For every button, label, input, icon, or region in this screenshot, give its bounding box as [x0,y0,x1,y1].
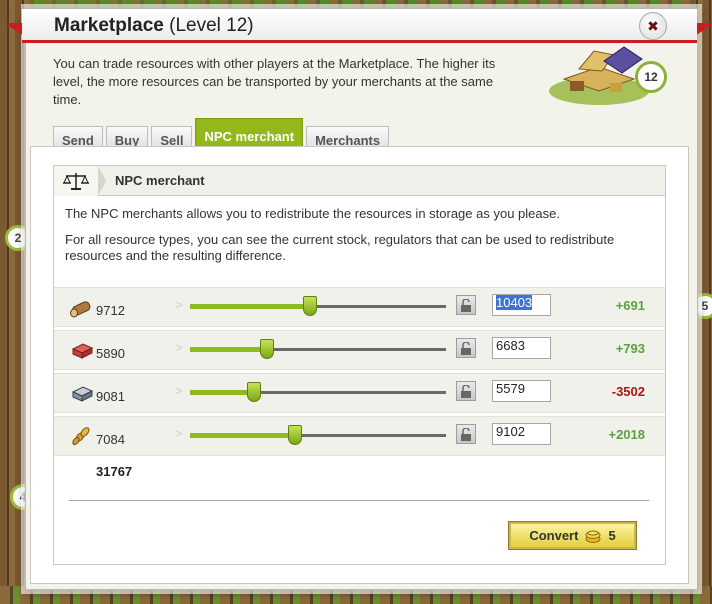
slider-arrow-icon: > [175,426,183,441]
crop-icon [72,427,90,446]
resource-row-clay: 5890 > 6683 +793 [54,330,665,370]
resource-value-input[interactable]: 9102 [492,423,551,445]
npc-description-1: The NPC merchants allows you to redistri… [65,206,560,221]
dialog-title: Marketplace (Level 12) [54,15,254,37]
resource-stock: 5890 [96,346,125,361]
resource-row-crop: 7084 > 9102 +2018 [54,416,665,456]
lock-icon[interactable] [456,424,476,444]
resource-value-input[interactable]: 6683 [492,337,551,359]
convert-cost: 5 [608,528,616,543]
npc-merchant-box: NPC merchant The NPC merchants allows yo… [53,165,666,565]
lock-icon[interactable] [456,338,476,358]
resource-row-wood: 9712 > 10403 +691 [54,287,665,327]
resource-slider[interactable] [190,296,446,316]
resource-slider[interactable] [190,425,446,445]
scale-icon [54,166,106,196]
gold-coins-icon [585,530,601,543]
resource-difference: -3502 [611,384,645,399]
resource-row-iron: 9081 > 5579 -3502 [54,373,665,413]
slider-arrow-icon: > [175,297,183,312]
resource-difference: +793 [615,341,645,356]
iron-icon [71,386,94,402]
resource-stock: 9081 [96,389,125,404]
building-name: Marketplace [54,15,164,36]
lock-icon[interactable] [456,381,476,401]
resource-difference: +691 [615,298,645,313]
building-level: (Level 12) [169,15,254,36]
slider-arrow-icon: > [175,383,183,398]
resource-slider[interactable] [190,339,446,359]
close-icon: ✖ [647,17,659,34]
npc-header-label: NPC merchant [115,173,205,188]
resource-value-input[interactable]: 10403 [492,294,551,316]
convert-button[interactable]: Convert 5 [508,521,637,550]
clay-icon [71,343,94,359]
marketplace-dialog: Marketplace (Level 12) ✖ You can trade r… [4,8,712,590]
resource-stock: 9712 [96,303,125,318]
wood-icon [70,301,91,318]
resource-difference: +2018 [608,427,645,442]
divider [69,500,649,501]
slider-arrow-icon: > [175,340,183,355]
lock-icon[interactable] [456,295,476,315]
resource-value-input[interactable]: 5579 [492,380,551,402]
close-button[interactable]: ✖ [639,12,667,40]
level-badge: 12 [635,61,667,93]
tab-content-panel: NPC merchant The NPC merchants allows yo… [30,146,689,584]
slider-handle[interactable] [287,425,302,445]
convert-label: Convert [529,528,579,543]
slider-handle[interactable] [247,382,261,402]
intro-text: You can trade resources with other playe… [53,56,496,107]
resource-stock: 7084 [96,432,125,447]
resource-total: 31767 [96,464,133,479]
npc-description-2: For all resource types, you can see the … [65,232,615,263]
resource-slider[interactable] [190,382,446,402]
slider-handle[interactable] [303,296,318,316]
resource-rows: 9712 > 10403 +691 5890 > 6683 +793 9081 … [54,287,665,479]
slider-handle[interactable] [259,339,274,359]
npc-header: NPC merchant [54,166,665,196]
